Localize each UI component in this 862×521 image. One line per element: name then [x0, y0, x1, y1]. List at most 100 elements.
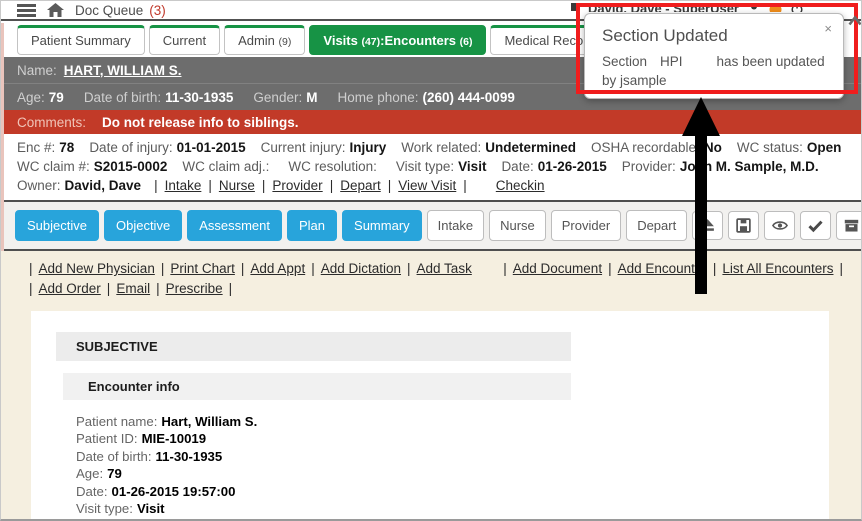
popup-body: SectionHPIhas been updated by jsample: [602, 52, 829, 90]
provider-link[interactable]: Provider: [272, 176, 322, 195]
detail-row: Visit type:Visit: [76, 500, 829, 517]
status-square-icon: [571, 3, 579, 11]
popup-body-line2: by jsample: [602, 71, 829, 90]
separator: |: [503, 260, 507, 278]
gender-label: Gender:: [253, 90, 302, 105]
provider-button[interactable]: Provider: [551, 210, 621, 241]
collapse-chevron-icon[interactable]: [848, 15, 862, 26]
separator: |: [262, 176, 266, 195]
subjective-button[interactable]: Subjective: [15, 210, 99, 241]
action-links-row-1: | Add New Physician | Print Chart | Add …: [1, 260, 861, 278]
dob-value: 11-30-1935: [165, 90, 233, 105]
eye-icon[interactable]: [764, 211, 795, 240]
home-icon[interactable]: [47, 3, 64, 17]
separator: |: [839, 260, 843, 278]
toolbar-right-group: Intake Nurse Provider Depart: [427, 210, 862, 241]
separator: |: [608, 260, 612, 278]
depart-link[interactable]: Depart: [340, 176, 381, 195]
detail-row: Date of birth:11-30-1935: [76, 448, 829, 465]
owner-value: David, Dave: [65, 178, 142, 193]
subjective-section-header[interactable]: SUBJECTIVE: [56, 332, 571, 361]
user-menu[interactable]: David, Dave - SuperUser: [571, 1, 803, 12]
depart-button[interactable]: Depart: [626, 210, 687, 241]
email-link[interactable]: Email: [116, 280, 150, 298]
separator: |: [29, 260, 33, 278]
updated-section-name: HPI: [660, 54, 683, 69]
add-document-link[interactable]: Add Document: [513, 260, 602, 278]
save-icon[interactable]: [728, 211, 759, 240]
alert-icon[interactable]: [769, 3, 782, 12]
add-order-link[interactable]: Add Order: [39, 280, 101, 298]
patient-name-link[interactable]: HART, WILLIAM S.: [64, 63, 182, 78]
encounter-info-subheader[interactable]: Encounter info: [63, 373, 571, 400]
detail-row: Age:79: [76, 465, 829, 482]
person-icon[interactable]: [748, 3, 760, 12]
encounter-row-3: Owner:David, Dave | Intake | Nurse | Pro…: [17, 176, 851, 195]
separator: |: [388, 176, 392, 195]
separator: |: [330, 176, 334, 195]
separator: |: [161, 260, 165, 278]
separator: |: [154, 176, 158, 195]
separator: |: [713, 260, 717, 278]
detail-row: Patient name:Hart, William S.: [76, 413, 829, 430]
plan-button[interactable]: Plan: [287, 210, 337, 241]
print-chart-link[interactable]: Print Chart: [170, 260, 235, 278]
name-label: Name:: [17, 63, 57, 78]
add-new-physician-link[interactable]: Add New Physician: [39, 260, 155, 278]
separator: |: [311, 260, 315, 278]
encounter-header: Enc #:78 Date of injury:01-01-2015 Curre…: [1, 134, 861, 202]
archive-icon[interactable]: [836, 211, 862, 240]
logout-power-icon[interactable]: [791, 3, 803, 12]
hamburger-menu-icon[interactable]: [17, 4, 36, 17]
page-title: Doc Queue: [75, 3, 143, 18]
comments-label: Comments:: [17, 115, 86, 130]
prescribe-link[interactable]: Prescribe: [166, 280, 223, 298]
gender-value: M: [306, 90, 317, 105]
separator: |: [229, 280, 233, 298]
detail-row: Date:01-26-2015 19:57:00: [76, 483, 829, 500]
tab-patient-summary[interactable]: Patient Summary: [17, 25, 145, 55]
list-all-encounters-link[interactable]: List All Encounters: [722, 260, 833, 278]
note-toolbar: Subjective Objective Assessment Plan Sum…: [1, 202, 861, 251]
dob-label: Date of birth:: [84, 90, 161, 105]
add-dictation-link[interactable]: Add Dictation: [321, 260, 401, 278]
tab-visits-encounters[interactable]: Visits (47):Encounters (6): [309, 25, 486, 55]
intake-button[interactable]: Intake: [427, 210, 484, 241]
doc-queue-count: (3): [149, 3, 166, 18]
add-task-link[interactable]: Add Task: [417, 260, 472, 278]
home-phone-value: (260) 444-0099: [423, 90, 515, 105]
add-appt-link[interactable]: Add Appt: [250, 260, 305, 278]
visit-content-area: | Add New Physician | Print Chart | Add …: [1, 251, 861, 521]
add-encounter-link[interactable]: Add Encounter: [618, 260, 707, 278]
objective-button[interactable]: Objective: [104, 210, 182, 241]
separator: |: [107, 280, 111, 298]
left-edge-accent: [1, 23, 4, 251]
nurse-button[interactable]: Nurse: [489, 210, 546, 241]
view-visit-link[interactable]: View Visit: [398, 176, 456, 195]
check-icon[interactable]: [800, 211, 831, 240]
summary-button[interactable]: Summary: [342, 210, 422, 241]
tab-admin[interactable]: Admin (9): [224, 25, 305, 55]
age-value: 79: [49, 90, 64, 105]
separator: |: [407, 260, 411, 278]
encounter-row-2: WC claim #:S2015-0002 WC claim adj.: WC …: [17, 157, 851, 176]
note-panel: SUBJECTIVE Encounter info Patient name:H…: [31, 311, 829, 521]
annotation-arrow-shaft: [695, 134, 707, 294]
popup-title: Section Updated: [602, 26, 829, 46]
comments-text: Do not release info to siblings.: [102, 115, 299, 130]
separator: |: [208, 176, 212, 195]
close-icon[interactable]: ×: [824, 21, 832, 36]
separator: |: [29, 280, 33, 298]
home-phone-label: Home phone:: [337, 90, 418, 105]
assessment-button[interactable]: Assessment: [187, 210, 282, 241]
tab-current[interactable]: Current: [149, 25, 220, 55]
annotation-arrow-head: [682, 97, 720, 136]
intake-link[interactable]: Intake: [165, 176, 202, 195]
app-window: Doc Queue (3) Patient Summary Current Ad…: [0, 0, 862, 521]
comments-bar: Comments: Do not release info to sibling…: [1, 110, 861, 134]
nurse-link[interactable]: Nurse: [219, 176, 255, 195]
age-label: Age:: [17, 90, 45, 105]
checkin-link[interactable]: Checkin: [496, 176, 545, 195]
separator: |: [241, 260, 245, 278]
action-links-row-2: | Add Order | Email | Prescribe |: [1, 278, 861, 298]
